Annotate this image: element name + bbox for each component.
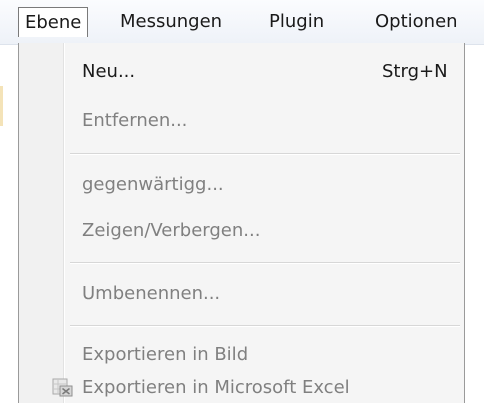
menu-separator <box>70 153 460 155</box>
menu-item-exportieren-bild[interactable]: Exportieren in Bild <box>82 343 248 367</box>
menu-plugin[interactable]: Plugin <box>269 7 324 37</box>
menu-item-neu-shortcut: Strg+N <box>382 61 448 82</box>
excel-export-icon <box>52 378 73 397</box>
menu-item-exportieren-excel[interactable]: Exportieren in Microsoft Excel <box>82 376 350 400</box>
menu-item-neu[interactable]: Neu... <box>82 60 135 84</box>
menu-item-gegenwaertig[interactable]: gegenwärtigg... <box>82 173 224 197</box>
menu-item-zeigen-verbergen[interactable]: Zeigen/Verbergen... <box>82 219 260 243</box>
menu-bar: Ebene Messungen Plugin Optionen <box>0 0 484 45</box>
menu-item-umbenennen[interactable]: Umbenennen... <box>82 282 220 306</box>
menu-separator <box>70 262 460 264</box>
background-window-accent <box>0 86 3 126</box>
menu-separator <box>70 325 460 327</box>
menu-optionen[interactable]: Optionen <box>375 7 458 37</box>
menu-item-entfernen[interactable]: Entfernen... <box>82 109 187 133</box>
menu-ebene[interactable]: Ebene <box>18 7 89 37</box>
menu-icon-gutter <box>19 43 65 403</box>
menu-messungen[interactable]: Messungen <box>120 7 222 37</box>
